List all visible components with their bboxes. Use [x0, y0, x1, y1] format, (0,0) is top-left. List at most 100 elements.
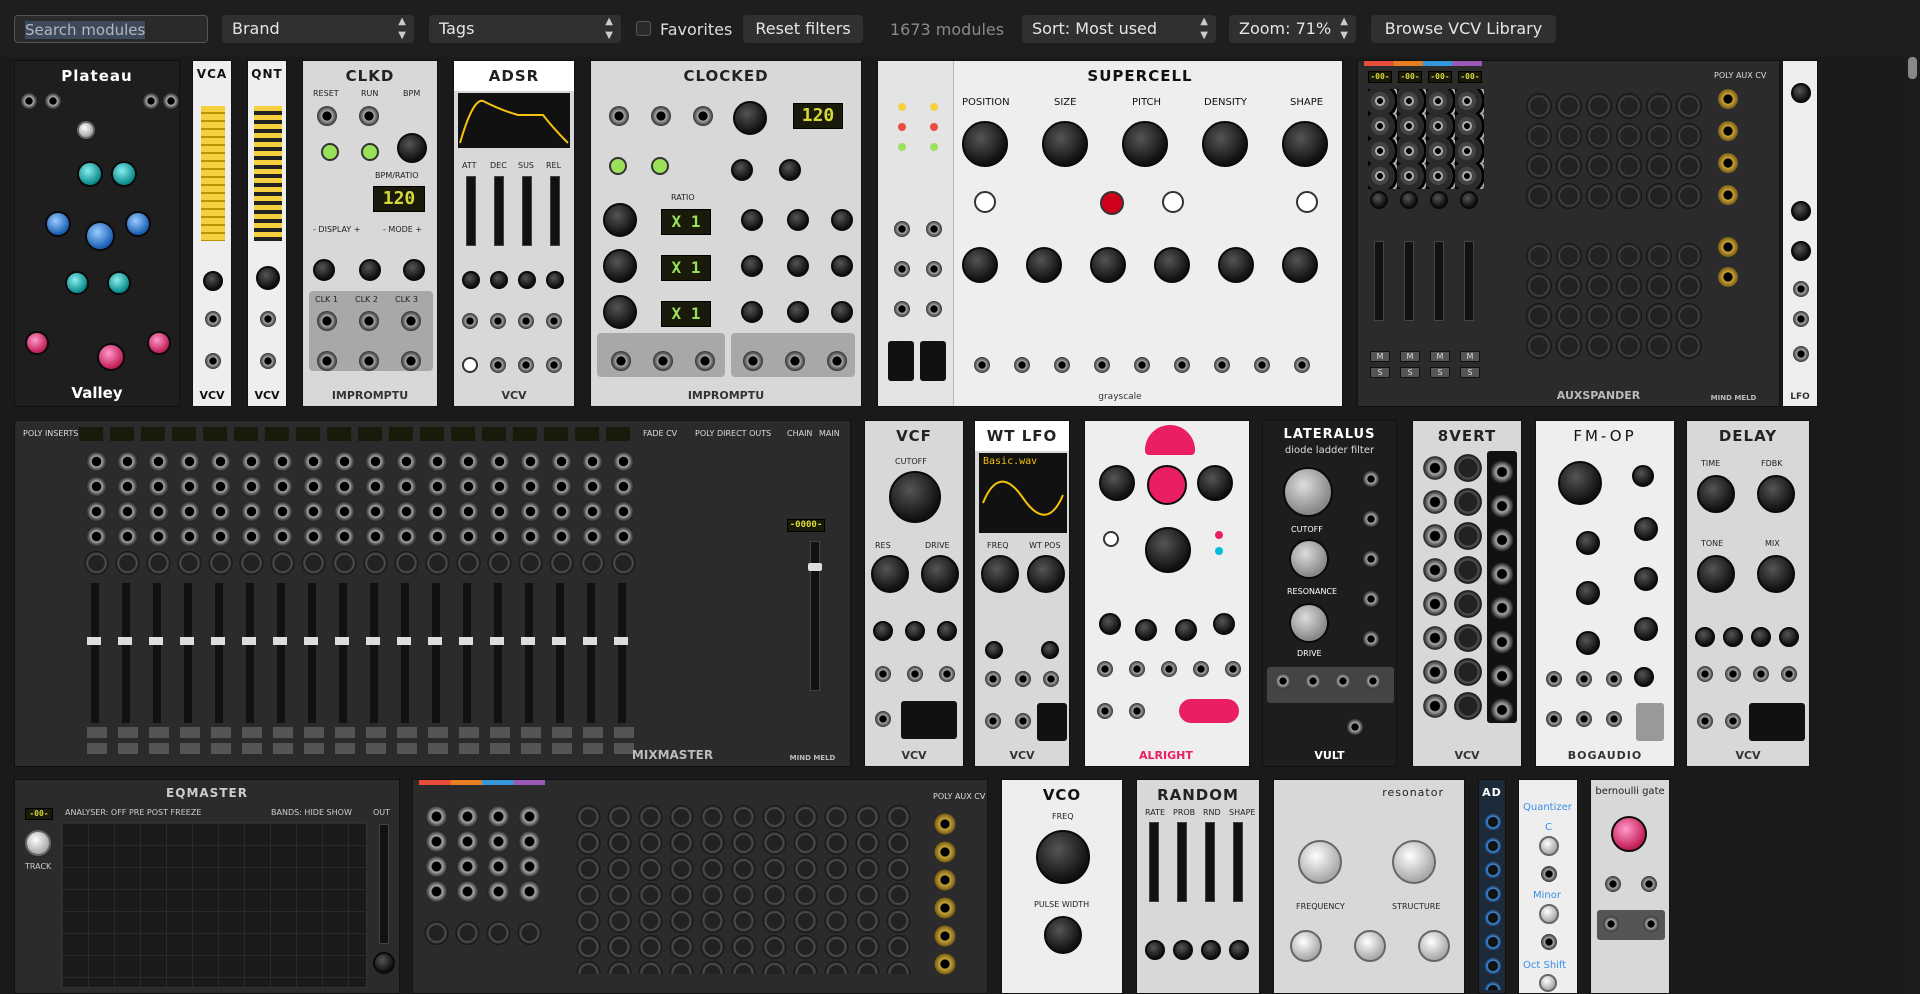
jack[interactable]	[260, 353, 276, 369]
scrollbar-thumb[interactable]	[1908, 57, 1917, 79]
knob[interactable]	[787, 255, 809, 277]
jack[interactable]	[1546, 711, 1562, 727]
jack[interactable]	[490, 357, 506, 373]
jack[interactable]	[939, 666, 955, 682]
fader[interactable]	[1177, 822, 1187, 902]
module-8vert[interactable]: 8VERT VCV	[1412, 420, 1522, 767]
fader[interactable]	[1464, 241, 1474, 321]
jack[interactable]	[1697, 666, 1713, 682]
mix-knob[interactable]	[1757, 555, 1795, 593]
jack[interactable]	[894, 221, 910, 237]
jack[interactable]	[1275, 673, 1291, 689]
jack[interactable]	[1214, 357, 1230, 373]
hold-button[interactable]	[1100, 191, 1124, 215]
jack[interactable]	[985, 713, 1001, 729]
jack[interactable]	[827, 351, 847, 371]
jack[interactable]	[518, 313, 534, 329]
jack[interactable]	[359, 106, 379, 126]
jack[interactable]	[926, 301, 942, 317]
drive-knob[interactable]	[1289, 603, 1329, 643]
jack[interactable]	[546, 313, 562, 329]
module-wt-lfo[interactable]: WT LFO Basic.wav FREQ WT POS VCV	[974, 420, 1070, 767]
zoom-dropdown[interactable]: Zoom: 71% ▲ ▼	[1229, 15, 1356, 43]
knob[interactable]	[359, 259, 381, 281]
time-knob[interactable]	[1145, 527, 1191, 573]
jack[interactable]	[1603, 916, 1619, 932]
frequency-knob[interactable]	[1036, 830, 1090, 884]
fader[interactable]	[1149, 822, 1159, 902]
jack[interactable]	[462, 313, 478, 329]
send-jacks[interactable]	[421, 804, 547, 904]
knob[interactable]	[921, 555, 959, 593]
jack[interactable]	[490, 313, 506, 329]
knob[interactable]	[1099, 465, 1135, 501]
jack[interactable]	[1606, 671, 1622, 687]
favorites-checkbox[interactable]	[636, 21, 651, 36]
pulse-width-knob[interactable]	[1044, 916, 1082, 954]
gain-knob[interactable]	[373, 952, 395, 974]
jack[interactable]	[1129, 661, 1145, 677]
jack[interactable]	[1643, 916, 1659, 932]
knob[interactable]	[1213, 613, 1235, 635]
mute-button[interactable]: M	[1370, 351, 1390, 362]
jack[interactable]	[1363, 591, 1379, 607]
dec-knob[interactable]	[1634, 567, 1658, 591]
mute-button[interactable]: M	[1430, 351, 1450, 362]
knob[interactable]	[1791, 241, 1811, 261]
knob[interactable]	[1042, 121, 1088, 167]
jack[interactable]	[518, 357, 534, 373]
vertical-scrollbar[interactable]	[1905, 57, 1920, 994]
jack[interactable]	[1347, 719, 1363, 735]
fine-knob[interactable]	[1632, 465, 1654, 487]
module-random[interactable]: RANDOM RATE PROB RND SHAPE	[1136, 779, 1260, 994]
jack[interactable]	[1161, 661, 1177, 677]
jack[interactable]	[1094, 357, 1110, 373]
knob[interactable]	[1122, 121, 1168, 167]
knob[interactable]	[97, 343, 125, 371]
module-delay[interactable]: DELAY TIME FDBK TONE MIX VCV	[1686, 420, 1810, 767]
jack[interactable]	[1541, 934, 1557, 950]
browse-library-button[interactable]: Browse VCV Library	[1371, 15, 1556, 43]
jack[interactable]	[1718, 185, 1738, 205]
module-supercell[interactable]: SUPERCELL POSITION SIZE PITCH DENSITY SH…	[877, 60, 1343, 407]
jack[interactable]	[1576, 711, 1592, 727]
jack[interactable]	[1363, 551, 1379, 567]
knob[interactable]	[962, 121, 1008, 167]
knob[interactable]	[256, 266, 280, 290]
jack[interactable]	[1793, 311, 1809, 327]
knob[interactable]	[1135, 619, 1157, 641]
knob[interactable]	[1175, 619, 1197, 641]
knob[interactable]	[203, 271, 223, 291]
knob[interactable]	[1201, 940, 1221, 960]
knob[interactable]	[85, 221, 115, 251]
knob[interactable]	[397, 133, 427, 163]
knob[interactable]	[981, 555, 1019, 593]
jack[interactable]	[1015, 713, 1031, 729]
cutoff-knob[interactable]	[889, 471, 941, 523]
time-knob[interactable]	[1697, 475, 1735, 513]
jack[interactable]	[1718, 89, 1738, 109]
mute-buttons[interactable]	[87, 727, 643, 738]
jack[interactable]	[260, 311, 276, 327]
jack[interactable]	[45, 93, 61, 109]
jack[interactable]	[401, 311, 421, 331]
return-knobs[interactable]	[421, 920, 547, 946]
probability-knob[interactable]	[1611, 816, 1647, 852]
module-mixmaster[interactable]: POLY INSERTS FADE CV POLY DIRECT OUTS CH…	[14, 420, 851, 767]
jack[interactable]	[1129, 703, 1145, 719]
jack[interactable]	[1606, 711, 1622, 727]
jack[interactable]	[1363, 511, 1379, 527]
jack[interactable]	[1718, 153, 1738, 173]
module-vco[interactable]: VCO FREQ PULSE WIDTH	[1001, 779, 1123, 994]
jack[interactable]	[695, 351, 715, 371]
knob[interactable]	[1791, 83, 1811, 103]
knob[interactable]	[741, 255, 763, 277]
knob[interactable]	[462, 271, 480, 289]
jack[interactable]	[1793, 346, 1809, 362]
octave-knob[interactable]	[1539, 974, 1557, 992]
mute-button[interactable]: M	[1400, 351, 1420, 362]
module-vca[interactable]: VCA VCV	[192, 60, 232, 407]
knob[interactable]	[1090, 247, 1126, 283]
jack[interactable]	[1335, 673, 1351, 689]
knob[interactable]	[111, 161, 137, 187]
